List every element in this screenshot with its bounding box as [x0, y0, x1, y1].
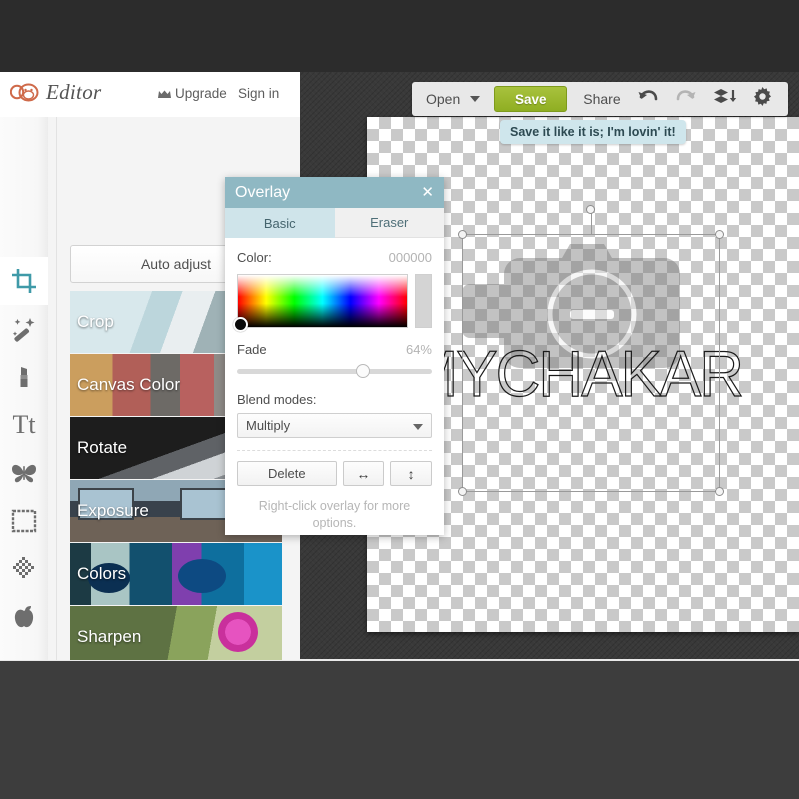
gear-icon	[753, 87, 772, 111]
crop-tool-button[interactable]	[0, 257, 49, 305]
butterfly-icon	[10, 461, 38, 485]
sidebar-item-label: Crop	[77, 312, 114, 331]
tab-basic[interactable]: Basic	[225, 208, 335, 238]
top-dark-strip	[0, 0, 799, 72]
overlay-dialog-body: Color: 000000 Fade 64% Blend modes: Mult…	[225, 238, 444, 532]
redo-button[interactable]	[675, 88, 697, 111]
save-button[interactable]: Save	[494, 86, 568, 112]
blend-mode-select[interactable]: Multiply	[237, 413, 432, 438]
overlay-dialog-header: Overlay ✕	[225, 177, 444, 208]
sidebar-item-label: Rotate	[77, 438, 128, 457]
sidebar-item-colors[interactable]: Colors	[70, 543, 282, 605]
overlay-dialog-tabs: Basic Eraser	[225, 208, 444, 238]
sidebar-item-label: Colors	[77, 564, 127, 583]
share-button[interactable]: Share	[583, 91, 620, 107]
flip-horizontal-button[interactable]: ↔	[342, 461, 385, 486]
color-picker[interactable]	[233, 274, 432, 332]
sidebar-item-label: Exposure	[77, 501, 149, 520]
resize-handle-top-left[interactable]	[458, 230, 467, 239]
beautify-tool-button[interactable]	[0, 353, 48, 401]
undo-icon	[637, 88, 659, 111]
resize-handle-top-right[interactable]	[715, 230, 724, 239]
settings-button[interactable]	[753, 87, 772, 111]
app-logo[interactable]: Editor	[10, 80, 101, 105]
overlay-hint-text: Right-click overlay for more options.	[258, 499, 411, 530]
color-value: 000000	[388, 250, 432, 265]
overlays-tool-button[interactable]	[0, 449, 48, 497]
overlay-selection-box[interactable]	[458, 205, 724, 496]
apple-icon	[12, 604, 36, 630]
color-label: Color:	[237, 250, 272, 265]
app-header: Editor Upgrade Sign in	[0, 72, 300, 118]
overlay-dialog-title: Overlay	[235, 183, 291, 201]
tab-eraser[interactable]: Eraser	[334, 208, 444, 238]
texture-icon	[10, 556, 38, 582]
divider	[237, 450, 432, 451]
touch-up-tool-button[interactable]	[0, 305, 48, 353]
sidebar-item-sharpen[interactable]: Sharpen	[70, 606, 282, 660]
tool-rail: Tt	[0, 117, 49, 660]
textures-tool-button[interactable]	[0, 545, 48, 593]
text-tool-button[interactable]: Tt	[0, 401, 48, 449]
crown-icon	[158, 87, 171, 98]
upgrade-label: Upgrade	[175, 86, 227, 101]
upgrade-link[interactable]: Upgrade	[158, 86, 227, 101]
blend-mode-value: Multiply	[246, 418, 291, 433]
crop-icon	[11, 268, 37, 294]
frame-icon	[11, 509, 37, 533]
fade-slider[interactable]	[237, 364, 432, 378]
fade-slider-knob[interactable]	[355, 364, 370, 378]
color-row: Color: 000000	[237, 250, 432, 265]
themes-tool-button[interactable]	[0, 593, 48, 641]
close-icon[interactable]: ✕	[421, 185, 434, 200]
sidebar-item-label: Canvas Color	[77, 375, 180, 394]
open-chevron-down-icon[interactable]	[470, 96, 481, 102]
undo-button[interactable]	[637, 88, 659, 111]
overlay-action-buttons: Delete ↔ ↕	[237, 461, 432, 486]
frames-tool-button[interactable]	[0, 497, 48, 545]
color-selector-handle[interactable]	[233, 317, 248, 332]
save-tooltip: Save it like it is; I'm lovin' it!	[500, 120, 686, 144]
fade-row: Fade 64%	[237, 342, 432, 357]
monkey-logo-icon	[10, 81, 40, 105]
open-button[interactable]: Open	[426, 91, 460, 107]
redo-icon	[675, 88, 697, 111]
fade-slider-track	[237, 369, 432, 374]
resize-handle-bottom-left[interactable]	[458, 487, 467, 496]
layers-download-button[interactable]	[713, 88, 737, 111]
chevron-down-icon	[413, 424, 423, 430]
fade-label: Fade	[237, 342, 267, 357]
app-logo-text: Editor	[46, 80, 102, 104]
text-tt-icon: Tt	[12, 410, 36, 439]
overlay-dialog: Overlay ✕ Basic Eraser Color: 000000 Fad…	[225, 177, 444, 535]
signin-link[interactable]: Sign in	[238, 86, 279, 101]
alpha-bar[interactable]	[415, 274, 432, 328]
blend-modes-label: Blend modes:	[237, 392, 317, 407]
resize-handle-bottom-right[interactable]	[715, 487, 724, 496]
flip-vertical-button[interactable]: ↕	[390, 461, 432, 486]
saturation-box[interactable]	[233, 274, 409, 332]
top-toolbar: Open Save Share	[412, 82, 788, 116]
magic-wand-icon	[11, 316, 37, 342]
rotation-stem	[591, 213, 592, 235]
delete-button[interactable]: Delete	[237, 461, 337, 486]
layers-download-icon	[713, 88, 737, 111]
rotate-handle[interactable]	[586, 205, 595, 214]
bottom-dark-strip	[0, 661, 799, 799]
lipstick-icon	[11, 364, 37, 390]
fade-value: 64%	[405, 342, 432, 357]
sidebar-item-label: Sharpen	[77, 627, 142, 646]
